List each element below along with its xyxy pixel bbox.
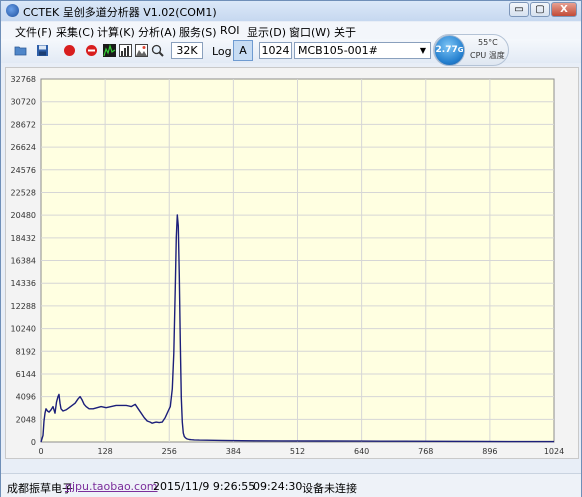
- y-tick-label: 22528: [11, 188, 36, 197]
- zoom-icon[interactable]: [151, 44, 164, 57]
- cpu-temperature-label: CPU 温度: [470, 51, 505, 60]
- menu-service[interactable]: 服务(S): [179, 24, 217, 40]
- y-tick-label: 6144: [16, 370, 36, 379]
- status-bar: 成都振草电子 qjpu.taobao.com 2015/11/9 9:26:55…: [1, 473, 581, 497]
- y-tick-label: 8192: [16, 347, 36, 356]
- menu-file[interactable]: 文件(F): [15, 24, 52, 40]
- cpu-usage-unit: G: [457, 46, 464, 54]
- menu-analyze[interactable]: 分析(A): [138, 24, 176, 40]
- chevron-down-icon: ▼: [419, 46, 427, 55]
- y-tick-label: 20480: [11, 211, 36, 220]
- app-logo-icon: [6, 4, 19, 17]
- close-button[interactable]: X: [551, 2, 577, 17]
- save-disk-icon[interactable]: [36, 44, 49, 57]
- open-folder-icon[interactable]: [14, 44, 27, 57]
- device-select-value: MCB105-001#: [298, 44, 378, 57]
- y-tick-label: 24576: [11, 166, 36, 175]
- x-tick-label: 768: [418, 447, 433, 456]
- menu-calculate[interactable]: 计算(K): [97, 24, 135, 40]
- cpu-temperature: 55°C: [478, 38, 498, 47]
- y-tick-label: 30720: [11, 98, 36, 107]
- x-tick-label: 512: [290, 447, 305, 456]
- x-tick-label: 1024: [544, 447, 564, 456]
- y-tick-label: 18432: [11, 234, 36, 243]
- window-title: CCTEK 呈创多道分析器 V1.02(COM1): [23, 6, 217, 19]
- range-selector[interactable]: 32K: [171, 42, 203, 59]
- y-tick-label: 26624: [11, 143, 36, 152]
- menu-about[interactable]: 关于: [334, 24, 356, 40]
- y-tick-label: 12288: [11, 302, 36, 311]
- y-tick-label: 32768: [11, 75, 36, 84]
- cpu-usage-value: 2.77: [435, 45, 458, 55]
- stop-icon[interactable]: [85, 44, 98, 57]
- y-tick-label: 4096: [16, 393, 36, 402]
- status-datetime: 2015/11/9 9:26:55: [153, 480, 256, 493]
- channel-count-field[interactable]: 1024: [259, 42, 292, 59]
- spectrum-plot[interactable]: 0204840966144819210240122881433616384184…: [6, 68, 578, 458]
- status-elapsed-time: 09:24:30: [253, 480, 303, 493]
- y-tick-label: 14336: [11, 279, 36, 288]
- image-icon[interactable]: [135, 44, 148, 57]
- record-icon[interactable]: [63, 44, 76, 57]
- y-tick-label: 10240: [11, 325, 36, 334]
- cpu-monitor-widget: 2.77G 55°C CPU 温度: [433, 34, 509, 66]
- title-bar: CCTEK 呈创多道分析器 V1.02(COM1) ▭ ▢ X: [1, 1, 581, 21]
- x-tick-label: 0: [38, 447, 43, 456]
- bar-chart-icon[interactable]: [119, 44, 132, 57]
- menu-roi[interactable]: ROI: [220, 24, 240, 37]
- status-company: 成都振草电子: [7, 482, 73, 495]
- spectrum-icon[interactable]: [103, 44, 116, 57]
- maximize-button[interactable]: ▢: [530, 2, 550, 17]
- auto-scale-button[interactable]: A: [233, 40, 253, 61]
- menu-acquire[interactable]: 采集(C): [56, 24, 94, 40]
- y-tick-label: 28672: [11, 120, 36, 129]
- status-website-link[interactable]: qjpu.taobao.com: [65, 480, 158, 493]
- y-tick-label: 16384: [11, 257, 36, 266]
- cpu-usage-gauge: 2.77G: [434, 35, 465, 66]
- x-tick-label: 128: [97, 447, 112, 456]
- menu-display[interactable]: 显示(D): [247, 24, 286, 40]
- x-tick-label: 384: [226, 447, 241, 456]
- y-tick-label: 2048: [16, 415, 36, 424]
- spectrum-chart[interactable]: 0 2048 4096 6144 8192 10240 12288 14336 16384 184…: [5, 67, 579, 459]
- x-tick-label: 256: [162, 447, 177, 456]
- minimize-button[interactable]: ▭: [509, 2, 529, 17]
- x-tick-label: 896: [482, 447, 497, 456]
- log-toggle[interactable]: Log: [212, 45, 232, 58]
- app-window: CCTEK 呈创多道分析器 V1.02(COM1) ▭ ▢ X 文件(F) 采集…: [0, 0, 582, 497]
- x-tick-label: 640: [354, 447, 369, 456]
- status-connection: 设备未连接: [302, 482, 357, 495]
- menu-window[interactable]: 窗口(W): [289, 24, 330, 40]
- y-tick-label: 0: [31, 438, 36, 447]
- device-select[interactable]: MCB105-001# ▼: [294, 42, 431, 59]
